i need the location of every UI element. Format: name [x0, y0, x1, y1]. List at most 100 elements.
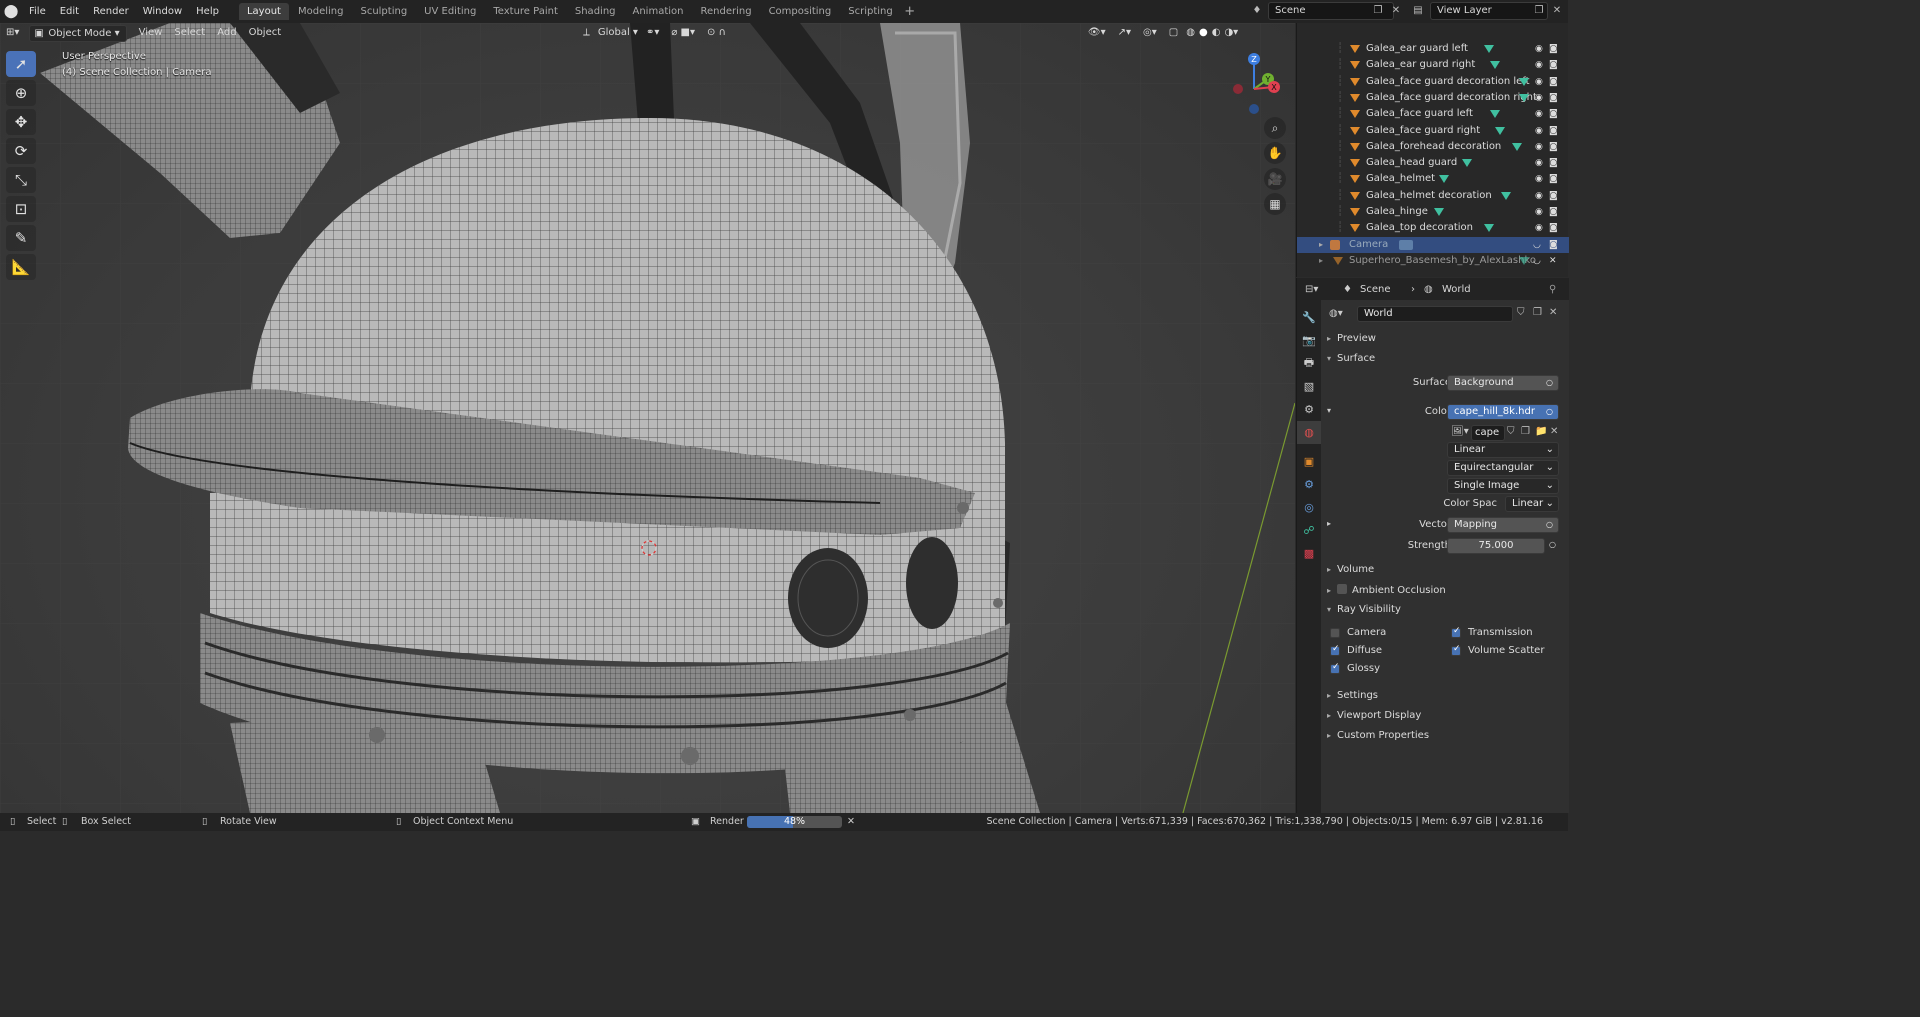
tab-rendering[interactable]: Rendering [692, 3, 759, 20]
pin-icon[interactable]: ⚲ [1549, 284, 1556, 295]
scene-tab-icon[interactable]: ⚙ [1297, 398, 1321, 421]
surface-shader-field[interactable]: Background ○ [1447, 375, 1559, 391]
breadcrumb-scene[interactable]: Scene [1360, 284, 1391, 295]
world-datablock-icon[interactable]: ◍▾ [1329, 308, 1343, 319]
eye-icon[interactable]: ◉ [1535, 74, 1543, 90]
outliner-row[interactable]: ┆ Galea_face guard decoration left ◉ ◙ [1297, 74, 1569, 90]
view-layer-tab-icon[interactable]: ▧ [1297, 375, 1321, 398]
section-preview[interactable]: ▸ Preview [1327, 333, 1376, 344]
physics-tab-icon[interactable]: ◎ [1297, 496, 1321, 519]
source-dropdown[interactable]: Single Image ⌄ [1447, 478, 1559, 494]
overlay-toggle-icon[interactable]: ◎▾ [1137, 25, 1163, 41]
outliner-row-camera[interactable]: ▸ Camera ◡ ◙ [1297, 237, 1569, 253]
render-toggle-icon[interactable]: ✕ [1549, 253, 1557, 269]
hide-toggle-icon[interactable]: ◡ [1533, 253, 1541, 269]
outliner-row[interactable]: ┆ Galea_helmet ◉ ◙ [1297, 171, 1569, 187]
rotate-icon[interactable]: ⟳ [6, 138, 36, 164]
outliner-row[interactable]: ┆ Galea_ear guard right ◉ ◙ [1297, 57, 1569, 73]
camera-render-icon[interactable]: ◙ [1549, 123, 1558, 139]
menu-add[interactable]: Add [211, 25, 242, 41]
delete-scene-icon[interactable]: ✕ [1388, 3, 1404, 19]
tab-animation[interactable]: Animation [625, 3, 692, 20]
ray-diffuse-checkbox[interactable] [1330, 644, 1340, 656]
eye-icon[interactable]: ◉ [1535, 155, 1543, 171]
tab-scripting[interactable]: Scripting [840, 3, 900, 20]
camera-render-icon[interactable]: ◙ [1549, 90, 1558, 106]
menu-edit[interactable]: Edit [53, 0, 86, 23]
camera-render-icon[interactable]: ◙ [1549, 188, 1558, 204]
outliner-row[interactable]: ┆ Galea_face guard left ◉ ◙ [1297, 106, 1569, 122]
gizmo-toggle-icon[interactable]: ↗▾ [1112, 25, 1137, 41]
output-tab-icon[interactable]: 🖶 [1297, 352, 1321, 375]
tab-compositing[interactable]: Compositing [761, 3, 840, 20]
menu-help[interactable]: Help [189, 0, 226, 23]
tool-tab-icon[interactable]: 🔧 [1297, 306, 1321, 329]
pan-hand-icon[interactable]: ✋ [1264, 142, 1286, 164]
menu-file[interactable]: File [22, 0, 53, 23]
visibility-icon[interactable]: 👁▾ [1082, 25, 1112, 41]
view-layer-icon[interactable]: ▤ [1410, 3, 1426, 19]
move-icon[interactable]: ✥ [6, 109, 36, 135]
collapsed-arrow-icon[interactable]: ▸ [1327, 519, 1331, 528]
tab-shading[interactable]: Shading [567, 3, 624, 20]
new-view-layer-icon[interactable]: ❐ [1531, 3, 1547, 19]
eye-icon[interactable]: ◉ [1535, 188, 1543, 204]
section-custom-properties[interactable]: ▸ Custom Properties [1327, 730, 1429, 741]
shading-wireframe-icon[interactable]: ◍ [1184, 25, 1197, 41]
eye-icon[interactable]: ◉ [1535, 90, 1543, 106]
object-tab-icon[interactable]: ▣ [1297, 450, 1321, 473]
camera-render-icon[interactable]: ◙ [1549, 41, 1558, 57]
duplicate-world-icon[interactable]: ❐ [1533, 307, 1542, 318]
xray-icon[interactable]: ▢ [1163, 25, 1184, 41]
hide-toggle-icon[interactable]: ◡ [1533, 237, 1541, 253]
editor-type-icon[interactable]: ⊞▾ [0, 25, 25, 41]
section-settings[interactable]: ▸ Settings [1327, 690, 1378, 701]
outliner-row[interactable]: ┆ Galea_head guard ◉ ◙ [1297, 155, 1569, 171]
section-ambient-occlusion[interactable]: ▸ Ambient Occlusion [1327, 584, 1446, 596]
menu-object[interactable]: Object [243, 25, 288, 41]
scale-icon[interactable]: ⤡ [6, 167, 36, 193]
expand-arrow-icon[interactable]: ▸ [1319, 253, 1323, 269]
section-volume[interactable]: ▸ Volume [1327, 564, 1374, 575]
outliner-row[interactable]: ┆ Galea_ear guard left ◉ ◙ [1297, 41, 1569, 57]
eye-icon[interactable]: ◉ [1535, 106, 1543, 122]
breadcrumb-world[interactable]: World [1442, 284, 1471, 295]
section-surface[interactable]: ▾ Surface [1327, 353, 1375, 364]
unlink-image-icon[interactable]: ✕ [1550, 426, 1558, 437]
3d-viewport[interactable]: ⊞▾ ▣ Object Mode ▾ View Select Add Object… [0, 23, 1295, 813]
camera-render-icon[interactable]: ◙ [1549, 155, 1558, 171]
outliner-row[interactable]: ┆ Galea_forehead decoration ◉ ◙ [1297, 139, 1569, 155]
ray-transmission-checkbox[interactable] [1451, 626, 1461, 638]
world-tab-icon[interactable]: ◍ [1297, 421, 1321, 444]
tab-uv-editing[interactable]: UV Editing [416, 3, 484, 20]
fake-user-icon[interactable]: ⛉ [1517, 307, 1525, 318]
ray-volume-scatter-checkbox[interactable] [1451, 644, 1461, 656]
select-box-icon[interactable]: ➚ [6, 51, 36, 77]
camera-render-icon[interactable]: ◙ [1549, 171, 1558, 187]
shading-material-icon[interactable]: ◐ [1210, 25, 1223, 41]
pivot-icon[interactable]: ⚭▾ [640, 25, 665, 41]
render-toggle-icon[interactable]: ◙ [1549, 237, 1558, 253]
outliner-row[interactable]: ┆ Galea_top decoration ◉ ◙ [1297, 220, 1569, 236]
menu-window[interactable]: Window [136, 0, 189, 23]
interpolation-dropdown[interactable]: Linear ⌄ [1447, 442, 1559, 458]
menu-select[interactable]: Select [168, 25, 211, 41]
menu-view[interactable]: View [133, 25, 169, 41]
image-name-field[interactable]: cape [1471, 425, 1505, 441]
eye-icon[interactable]: ◉ [1535, 41, 1543, 57]
camera-render-icon[interactable]: ◙ [1549, 106, 1558, 122]
ortho-grid-icon[interactable]: ▦ [1264, 193, 1286, 215]
color-space-dropdown[interactable]: Linear ⌄ [1505, 496, 1559, 512]
add-workspace-icon[interactable]: + [901, 4, 919, 19]
camera-render-icon[interactable]: ◙ [1549, 74, 1558, 90]
ambient-occlusion-checkbox[interactable] [1337, 584, 1347, 594]
scene-icon[interactable]: ♦ [1249, 3, 1265, 19]
annotate-icon[interactable]: ✎ [6, 225, 36, 251]
ray-camera-checkbox[interactable] [1330, 628, 1340, 638]
eye-icon[interactable]: ◉ [1535, 123, 1543, 139]
vector-field[interactable]: Mapping ○ [1447, 517, 1559, 533]
tab-layout[interactable]: Layout [238, 3, 289, 20]
strength-field[interactable]: 75.000 [1447, 538, 1545, 554]
camera-render-icon[interactable]: ◙ [1549, 204, 1558, 220]
outliner-row[interactable]: ┆ Galea_hinge ◉ ◙ [1297, 204, 1569, 220]
